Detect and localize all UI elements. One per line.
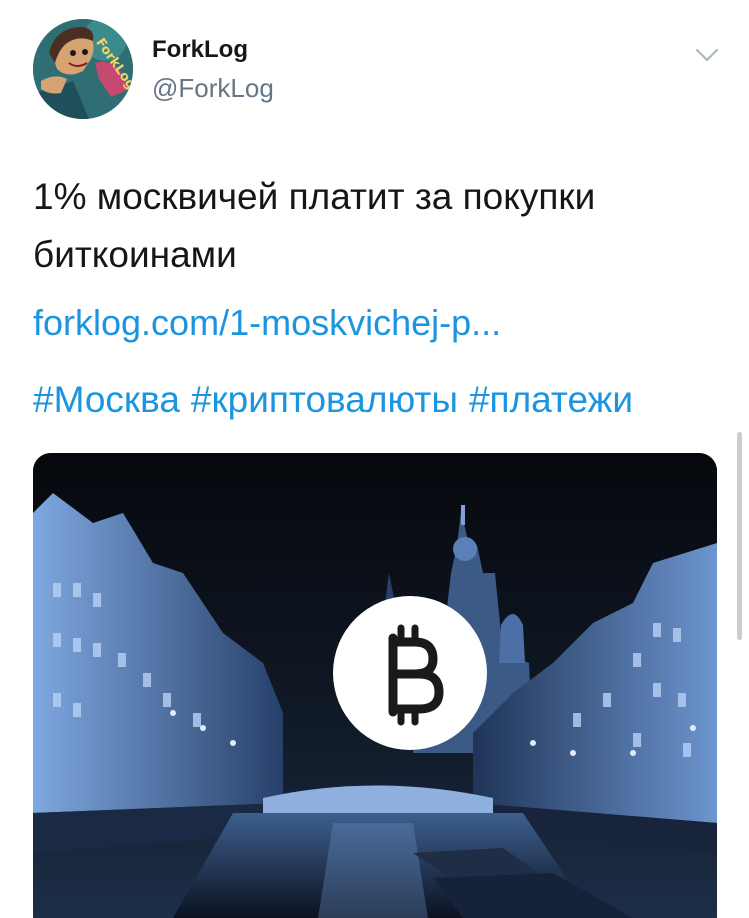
hashtag-list: #Москва #криптовалюты #платежи bbox=[33, 371, 633, 429]
tweet-card: ForkLog ForkLog @ForkLog 1% москвичей пл… bbox=[0, 0, 749, 918]
article-link[interactable]: forklog.com/1-moskvichej-p... bbox=[33, 294, 501, 352]
display-name[interactable]: ForkLog bbox=[152, 35, 248, 65]
avatar-illustration-icon: ForkLog bbox=[33, 19, 133, 119]
hashtag-moscow[interactable]: #Москва bbox=[33, 379, 180, 420]
user-handle[interactable]: @ForkLog bbox=[152, 72, 274, 104]
avatar[interactable]: ForkLog bbox=[33, 19, 133, 119]
hashtag-payments[interactable]: #платежи bbox=[469, 379, 633, 420]
scrollbar[interactable] bbox=[737, 432, 742, 640]
tweet-text: 1% москвичей платит за покупки биткоинам… bbox=[33, 176, 596, 275]
hashtag-crypto[interactable]: #криптовалюты bbox=[191, 379, 458, 420]
chevron-down-icon[interactable] bbox=[694, 42, 720, 68]
bitcoin-icon bbox=[333, 596, 487, 750]
tweet-media-image[interactable] bbox=[33, 453, 717, 918]
